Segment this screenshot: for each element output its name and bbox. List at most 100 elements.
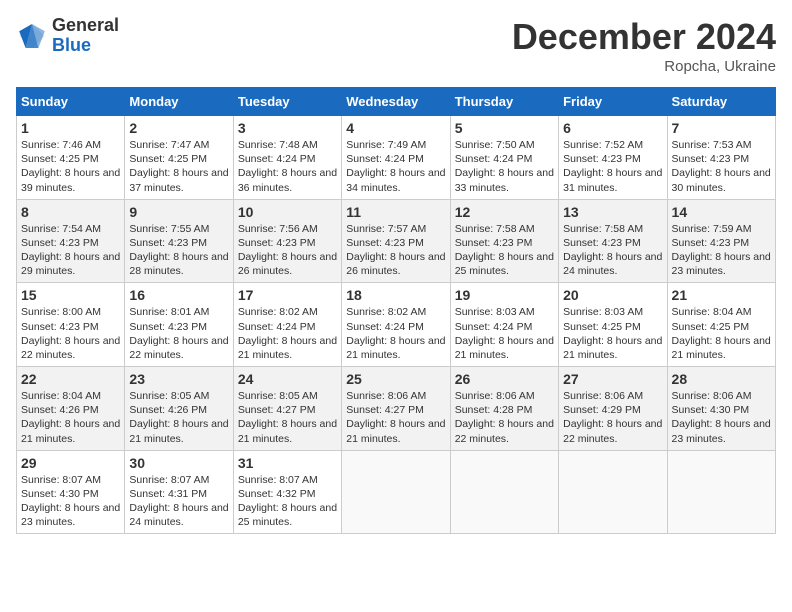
calendar-day-cell: 31 Sunrise: 8:07 AMSunset: 4:32 PMDayligh… (233, 450, 341, 534)
calendar-day-cell: 10 Sunrise: 7:56 AMSunset: 4:23 PMDayligh… (233, 199, 341, 283)
calendar-day-cell: 23 Sunrise: 8:05 AMSunset: 4:26 PMDayligh… (125, 367, 233, 451)
calendar-week-row: 1 Sunrise: 7:46 AMSunset: 4:25 PMDaylight… (17, 116, 776, 200)
day-info: Sunrise: 8:07 AMSunset: 4:30 PMDaylight:… (21, 473, 120, 530)
calendar-day-cell: 26 Sunrise: 8:06 AMSunset: 4:28 PMDayligh… (450, 367, 558, 451)
day-info: Sunrise: 8:03 AMSunset: 4:25 PMDaylight:… (563, 305, 662, 362)
day-number: 1 (21, 120, 120, 136)
day-number: 31 (238, 455, 337, 471)
calendar-day-cell: 5 Sunrise: 7:50 AMSunset: 4:24 PMDaylight… (450, 116, 558, 200)
day-number: 10 (238, 204, 337, 220)
day-number: 3 (238, 120, 337, 136)
day-info: Sunrise: 7:56 AMSunset: 4:23 PMDaylight:… (238, 222, 337, 279)
day-of-week-header: Thursday (450, 88, 558, 116)
day-number: 9 (129, 204, 228, 220)
day-number: 7 (672, 120, 771, 136)
day-info: Sunrise: 7:50 AMSunset: 4:24 PMDaylight:… (455, 138, 554, 195)
day-info: Sunrise: 7:57 AMSunset: 4:23 PMDaylight:… (346, 222, 445, 279)
day-of-week-header: Saturday (667, 88, 775, 116)
page-header: General Blue December 2024 Ropcha, Ukrai… (16, 16, 776, 75)
day-number: 4 (346, 120, 445, 136)
day-info: Sunrise: 8:07 AMSunset: 4:31 PMDaylight:… (129, 473, 228, 530)
calendar-week-row: 8 Sunrise: 7:54 AMSunset: 4:23 PMDaylight… (17, 199, 776, 283)
day-info: Sunrise: 8:00 AMSunset: 4:23 PMDaylight:… (21, 305, 120, 362)
day-info: Sunrise: 7:58 AMSunset: 4:23 PMDaylight:… (563, 222, 662, 279)
calendar-day-cell (450, 450, 558, 534)
calendar-week-row: 22Sunrise: 8:04 AMSunset: 4:26 PMDayligh… (17, 367, 776, 451)
calendar-day-cell: 29 Sunrise: 8:07 AMSunset: 4:30 PMDayligh… (17, 450, 125, 534)
day-info: Sunrise: 7:46 AMSunset: 4:25 PMDaylight:… (21, 138, 120, 195)
day-number: 14 (672, 204, 771, 220)
day-number: 6 (563, 120, 662, 136)
calendar-day-cell: 16Sunrise: 8:01 AMSunset: 4:23 PMDayligh… (125, 283, 233, 367)
day-info: Sunrise: 7:54 AMSunset: 4:23 PMDaylight:… (21, 222, 120, 279)
day-number: 5 (455, 120, 554, 136)
calendar-day-cell: 27 Sunrise: 8:06 AMSunset: 4:29 PMDayligh… (559, 367, 667, 451)
calendar-day-cell: 30 Sunrise: 8:07 AMSunset: 4:31 PMDayligh… (125, 450, 233, 534)
day-of-week-header: Friday (559, 88, 667, 116)
day-number: 25 (346, 371, 445, 387)
day-info: Sunrise: 7:59 AMSunset: 4:23 PMDaylight:… (672, 222, 771, 279)
day-of-week-header: Wednesday (342, 88, 450, 116)
calendar-week-row: 29 Sunrise: 8:07 AMSunset: 4:30 PMDayligh… (17, 450, 776, 534)
day-info: Sunrise: 8:06 AMSunset: 4:27 PMDaylight:… (346, 389, 445, 446)
calendar-day-cell: 24 Sunrise: 8:05 AMSunset: 4:27 PMDayligh… (233, 367, 341, 451)
calendar-day-cell (667, 450, 775, 534)
day-number: 24 (238, 371, 337, 387)
calendar-day-cell (342, 450, 450, 534)
calendar-day-cell: 1 Sunrise: 7:46 AMSunset: 4:25 PMDaylight… (17, 116, 125, 200)
calendar-day-cell (559, 450, 667, 534)
day-info: Sunrise: 8:02 AMSunset: 4:24 PMDaylight:… (238, 305, 337, 362)
calendar-day-cell: 25 Sunrise: 8:06 AMSunset: 4:27 PMDayligh… (342, 367, 450, 451)
calendar-day-cell: 19Sunrise: 8:03 AMSunset: 4:24 PMDayligh… (450, 283, 558, 367)
calendar-day-cell: 17 Sunrise: 8:02 AMSunset: 4:24 PMDayligh… (233, 283, 341, 367)
month-title: December 2024 (512, 16, 776, 58)
title-block: December 2024 Ropcha, Ukraine (512, 16, 776, 75)
day-number: 8 (21, 204, 120, 220)
day-number: 11 (346, 204, 445, 220)
logo-general: General (52, 15, 119, 35)
calendar-week-row: 15 Sunrise: 8:00 AMSunset: 4:23 PMDayligh… (17, 283, 776, 367)
day-number: 18 (346, 287, 445, 303)
logo-blue: Blue (52, 35, 91, 55)
day-number: 20 (563, 287, 662, 303)
calendar-day-cell: 11 Sunrise: 7:57 AMSunset: 4:23 PMDayligh… (342, 199, 450, 283)
day-of-week-header: Sunday (17, 88, 125, 116)
calendar-day-cell: 4Sunrise: 7:49 AMSunset: 4:24 PMDaylight… (342, 116, 450, 200)
day-number: 27 (563, 371, 662, 387)
day-number: 26 (455, 371, 554, 387)
day-info: Sunrise: 7:47 AMSunset: 4:25 PMDaylight:… (129, 138, 228, 195)
calendar-day-cell: 2Sunrise: 7:47 AMSunset: 4:25 PMDaylight… (125, 116, 233, 200)
day-number: 29 (21, 455, 120, 471)
day-info: Sunrise: 8:04 AMSunset: 4:25 PMDaylight:… (672, 305, 771, 362)
day-info: Sunrise: 8:07 AMSunset: 4:32 PMDaylight:… (238, 473, 337, 530)
calendar-day-cell: 9 Sunrise: 7:55 AMSunset: 4:23 PMDaylight… (125, 199, 233, 283)
calendar-day-cell: 28Sunrise: 8:06 AMSunset: 4:30 PMDayligh… (667, 367, 775, 451)
day-number: 23 (129, 371, 228, 387)
calendar-day-cell: 20 Sunrise: 8:03 AMSunset: 4:25 PMDayligh… (559, 283, 667, 367)
day-info: Sunrise: 7:55 AMSunset: 4:23 PMDaylight:… (129, 222, 228, 279)
calendar-day-cell: 15 Sunrise: 8:00 AMSunset: 4:23 PMDayligh… (17, 283, 125, 367)
logo-text: General Blue (52, 16, 119, 56)
day-number: 13 (563, 204, 662, 220)
day-number: 22 (21, 371, 120, 387)
day-number: 28 (672, 371, 771, 387)
day-number: 15 (21, 287, 120, 303)
day-info: Sunrise: 8:05 AMSunset: 4:26 PMDaylight:… (129, 389, 228, 446)
day-info: Sunrise: 8:06 AMSunset: 4:28 PMDaylight:… (455, 389, 554, 446)
calendar-header-row: SundayMondayTuesdayWednesdayThursdayFrid… (17, 88, 776, 116)
calendar-day-cell: 3Sunrise: 7:48 AMSunset: 4:24 PMDaylight… (233, 116, 341, 200)
logo-icon (16, 20, 48, 52)
day-info: Sunrise: 8:03 AMSunset: 4:24 PMDaylight:… (455, 305, 554, 362)
calendar-day-cell: 18Sunrise: 8:02 AMSunset: 4:24 PMDayligh… (342, 283, 450, 367)
calendar-day-cell: 7Sunrise: 7:53 AMSunset: 4:23 PMDaylight… (667, 116, 775, 200)
calendar-day-cell: 22Sunrise: 8:04 AMSunset: 4:26 PMDayligh… (17, 367, 125, 451)
calendar-day-cell: 6Sunrise: 7:52 AMSunset: 4:23 PMDaylight… (559, 116, 667, 200)
day-number: 16 (129, 287, 228, 303)
day-info: Sunrise: 8:06 AMSunset: 4:29 PMDaylight:… (563, 389, 662, 446)
day-number: 21 (672, 287, 771, 303)
calendar-day-cell: 13 Sunrise: 7:58 AMSunset: 4:23 PMDayligh… (559, 199, 667, 283)
day-number: 17 (238, 287, 337, 303)
day-info: Sunrise: 8:05 AMSunset: 4:27 PMDaylight:… (238, 389, 337, 446)
calendar-day-cell: 21 Sunrise: 8:04 AMSunset: 4:25 PMDayligh… (667, 283, 775, 367)
day-number: 30 (129, 455, 228, 471)
